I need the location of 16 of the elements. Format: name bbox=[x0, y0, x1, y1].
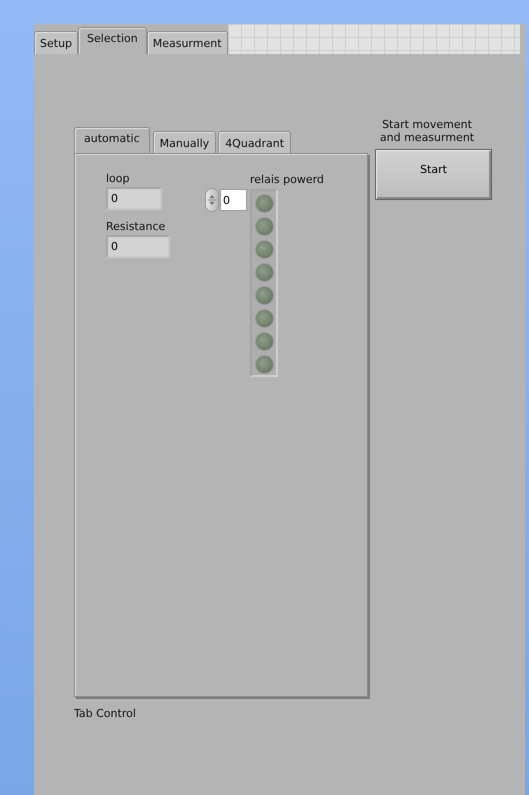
field-label: loop bbox=[106, 172, 130, 185]
button-label: Start movement and measurment bbox=[378, 118, 476, 144]
tab-control-label: Tab Control bbox=[74, 707, 137, 720]
tab[interactable]: 4Quadrant bbox=[218, 131, 292, 153]
spinner-icon[interactable] bbox=[205, 188, 219, 212]
array-label: relais powerd bbox=[250, 173, 324, 186]
indicator-field[interactable]: 0 bbox=[106, 235, 170, 258]
tab[interactable]: Measurment bbox=[146, 31, 228, 54]
field-label: Resistance bbox=[106, 220, 166, 233]
start-button[interactable]: Start bbox=[375, 149, 492, 200]
tab[interactable]: Manually bbox=[152, 131, 216, 153]
tab[interactable]: automatic bbox=[74, 127, 150, 153]
numeric-field[interactable]: 0 bbox=[220, 189, 247, 211]
tab[interactable]: Setup bbox=[34, 31, 78, 54]
tab[interactable]: Selection bbox=[78, 27, 147, 54]
indicator-field[interactable]: 0 bbox=[106, 187, 162, 210]
